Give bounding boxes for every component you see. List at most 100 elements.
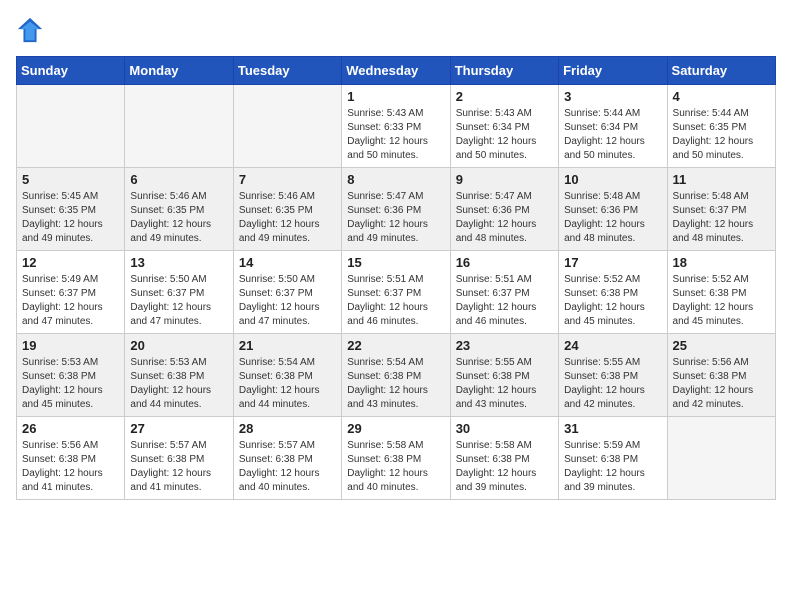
calendar-cell: 7 Sunrise: 5:46 AM Sunset: 6:35 PM Daylig… — [233, 168, 341, 251]
calendar-cell: 17 Sunrise: 5:52 AM Sunset: 6:38 PM Dayli… — [559, 251, 667, 334]
calendar-cell: 29 Sunrise: 5:58 AM Sunset: 6:38 PM Dayli… — [342, 417, 450, 500]
calendar-cell — [17, 85, 125, 168]
day-number: 24 — [564, 338, 661, 353]
calendar-cell: 23 Sunrise: 5:55 AM Sunset: 6:38 PM Dayli… — [450, 334, 558, 417]
calendar-cell: 13 Sunrise: 5:50 AM Sunset: 6:37 PM Dayli… — [125, 251, 233, 334]
calendar-cell: 2 Sunrise: 5:43 AM Sunset: 6:34 PM Daylig… — [450, 85, 558, 168]
day-number: 14 — [239, 255, 336, 270]
day-info: Sunrise: 5:50 AM Sunset: 6:37 PM Dayligh… — [239, 273, 336, 329]
calendar-cell: 24Sunrise: 5:55 AM Sunset: 6:38 PM Dayli… — [559, 334, 667, 417]
day-info: Sunrise: 5:52 AM Sunset: 6:38 PM Dayligh… — [564, 273, 661, 329]
day-number: 29 — [347, 421, 444, 436]
calendar-header-row: SundayMondayTuesdayWednesdayThursdayFrid… — [17, 57, 776, 85]
calendar-cell: 16 Sunrise: 5:51 AM Sunset: 6:37 PM Dayli… — [450, 251, 558, 334]
day-info: Sunrise: 5:47 AM Sunset: 6:36 PM Dayligh… — [456, 190, 553, 246]
day-number: 20 — [130, 338, 227, 353]
day-number: 10 — [564, 172, 661, 187]
day-info: Sunrise: 5:49 AM Sunset: 6:37 PM Dayligh… — [22, 273, 119, 329]
day-number: 1 — [347, 89, 444, 104]
calendar-cell: 9 Sunrise: 5:47 AM Sunset: 6:36 PM Daylig… — [450, 168, 558, 251]
day-info: Sunrise: 5:50 AM Sunset: 6:37 PM Dayligh… — [130, 273, 227, 329]
day-info: Sunrise: 5:53 AM Sunset: 6:38 PM Dayligh… — [130, 356, 227, 412]
day-number: 6 — [130, 172, 227, 187]
day-info: Sunrise: 5:58 AM Sunset: 6:38 PM Dayligh… — [456, 439, 553, 495]
calendar-cell: 8 Sunrise: 5:47 AM Sunset: 6:36 PM Daylig… — [342, 168, 450, 251]
day-info: Sunrise: 5:44 AM Sunset: 6:35 PM Dayligh… — [673, 107, 770, 163]
day-number: 31 — [564, 421, 661, 436]
calendar-cell — [667, 417, 775, 500]
day-info: Sunrise: 5:57 AM Sunset: 6:38 PM Dayligh… — [130, 439, 227, 495]
day-number: 4 — [673, 89, 770, 104]
day-info: Sunrise: 5:54 AM Sunset: 6:38 PM Dayligh… — [239, 356, 336, 412]
day-info: Sunrise: 5:56 AM Sunset: 6:38 PM Dayligh… — [673, 356, 770, 412]
day-number: 19 — [22, 338, 119, 353]
calendar-cell — [125, 85, 233, 168]
calendar-cell: 15 Sunrise: 5:51 AM Sunset: 6:37 PM Dayli… — [342, 251, 450, 334]
day-number: 15 — [347, 255, 444, 270]
day-number: 18 — [673, 255, 770, 270]
day-number: 16 — [456, 255, 553, 270]
calendar-week-row: 12Sunrise: 5:49 AM Sunset: 6:37 PM Dayli… — [17, 251, 776, 334]
day-number: 26 — [22, 421, 119, 436]
day-info: Sunrise: 5:48 AM Sunset: 6:36 PM Dayligh… — [564, 190, 661, 246]
page-header — [16, 16, 776, 44]
calendar-cell: 18 Sunrise: 5:52 AM Sunset: 6:38 PM Dayli… — [667, 251, 775, 334]
calendar-cell: 3 Sunrise: 5:44 AM Sunset: 6:34 PM Daylig… — [559, 85, 667, 168]
day-number: 13 — [130, 255, 227, 270]
calendar-cell: 28Sunrise: 5:57 AM Sunset: 6:38 PM Dayli… — [233, 417, 341, 500]
day-info: Sunrise: 5:54 AM Sunset: 6:38 PM Dayligh… — [347, 356, 444, 412]
weekday-header-monday: Monday — [125, 57, 233, 85]
calendar-cell: 5Sunrise: 5:45 AM Sunset: 6:35 PM Daylig… — [17, 168, 125, 251]
day-info: Sunrise: 5:46 AM Sunset: 6:35 PM Dayligh… — [239, 190, 336, 246]
day-number: 9 — [456, 172, 553, 187]
day-info: Sunrise: 5:51 AM Sunset: 6:37 PM Dayligh… — [456, 273, 553, 329]
day-number: 7 — [239, 172, 336, 187]
day-info: Sunrise: 5:52 AM Sunset: 6:38 PM Dayligh… — [673, 273, 770, 329]
calendar-cell: 27 Sunrise: 5:57 AM Sunset: 6:38 PM Dayli… — [125, 417, 233, 500]
day-number: 3 — [564, 89, 661, 104]
day-info: Sunrise: 5:44 AM Sunset: 6:34 PM Dayligh… — [564, 107, 661, 163]
calendar-cell: 11 Sunrise: 5:48 AM Sunset: 6:37 PM Dayli… — [667, 168, 775, 251]
day-number: 8 — [347, 172, 444, 187]
day-info: Sunrise: 5:58 AM Sunset: 6:38 PM Dayligh… — [347, 439, 444, 495]
day-number: 23 — [456, 338, 553, 353]
day-info: Sunrise: 5:47 AM Sunset: 6:36 PM Dayligh… — [347, 190, 444, 246]
calendar-cell: 31 Sunrise: 5:59 AM Sunset: 6:38 PM Dayli… — [559, 417, 667, 500]
calendar-cell: 21Sunrise: 5:54 AM Sunset: 6:38 PM Dayli… — [233, 334, 341, 417]
calendar-cell: 25Sunrise: 5:56 AM Sunset: 6:38 PM Dayli… — [667, 334, 775, 417]
day-number: 27 — [130, 421, 227, 436]
day-info: Sunrise: 5:43 AM Sunset: 6:34 PM Dayligh… — [456, 107, 553, 163]
calendar-cell: 1Sunrise: 5:43 AM Sunset: 6:33 PM Daylig… — [342, 85, 450, 168]
calendar-week-row: 26Sunrise: 5:56 AM Sunset: 6:38 PM Dayli… — [17, 417, 776, 500]
calendar-cell: 12Sunrise: 5:49 AM Sunset: 6:37 PM Dayli… — [17, 251, 125, 334]
day-info: Sunrise: 5:46 AM Sunset: 6:35 PM Dayligh… — [130, 190, 227, 246]
day-number: 11 — [673, 172, 770, 187]
day-number: 22 — [347, 338, 444, 353]
day-info: Sunrise: 5:51 AM Sunset: 6:37 PM Dayligh… — [347, 273, 444, 329]
day-number: 5 — [22, 172, 119, 187]
calendar-cell: 19 Sunrise: 5:53 AM Sunset: 6:38 PM Dayli… — [17, 334, 125, 417]
weekday-header-thursday: Thursday — [450, 57, 558, 85]
calendar-cell: 20 Sunrise: 5:53 AM Sunset: 6:38 PM Dayli… — [125, 334, 233, 417]
logo — [16, 16, 48, 44]
day-number: 17 — [564, 255, 661, 270]
calendar-cell: 14 Sunrise: 5:50 AM Sunset: 6:37 PM Dayli… — [233, 251, 341, 334]
logo-icon — [16, 16, 44, 44]
calendar-cell: 26Sunrise: 5:56 AM Sunset: 6:38 PM Dayli… — [17, 417, 125, 500]
calendar-cell: 6 Sunrise: 5:46 AM Sunset: 6:35 PM Daylig… — [125, 168, 233, 251]
calendar-cell: 22 Sunrise: 5:54 AM Sunset: 6:38 PM Dayli… — [342, 334, 450, 417]
calendar-table: SundayMondayTuesdayWednesdayThursdayFrid… — [16, 56, 776, 500]
day-number: 2 — [456, 89, 553, 104]
day-info: Sunrise: 5:53 AM Sunset: 6:38 PM Dayligh… — [22, 356, 119, 412]
calendar-cell: 10 Sunrise: 5:48 AM Sunset: 6:36 PM Dayli… — [559, 168, 667, 251]
day-info: Sunrise: 5:48 AM Sunset: 6:37 PM Dayligh… — [673, 190, 770, 246]
weekday-header-sunday: Sunday — [17, 57, 125, 85]
calendar-cell: 4 Sunrise: 5:44 AM Sunset: 6:35 PM Daylig… — [667, 85, 775, 168]
calendar-week-row: 5Sunrise: 5:45 AM Sunset: 6:35 PM Daylig… — [17, 168, 776, 251]
day-info: Sunrise: 5:59 AM Sunset: 6:38 PM Dayligh… — [564, 439, 661, 495]
day-info: Sunrise: 5:57 AM Sunset: 6:38 PM Dayligh… — [239, 439, 336, 495]
calendar-week-row: 1Sunrise: 5:43 AM Sunset: 6:33 PM Daylig… — [17, 85, 776, 168]
calendar-week-row: 19 Sunrise: 5:53 AM Sunset: 6:38 PM Dayli… — [17, 334, 776, 417]
day-number: 30 — [456, 421, 553, 436]
day-info: Sunrise: 5:55 AM Sunset: 6:38 PM Dayligh… — [456, 356, 553, 412]
